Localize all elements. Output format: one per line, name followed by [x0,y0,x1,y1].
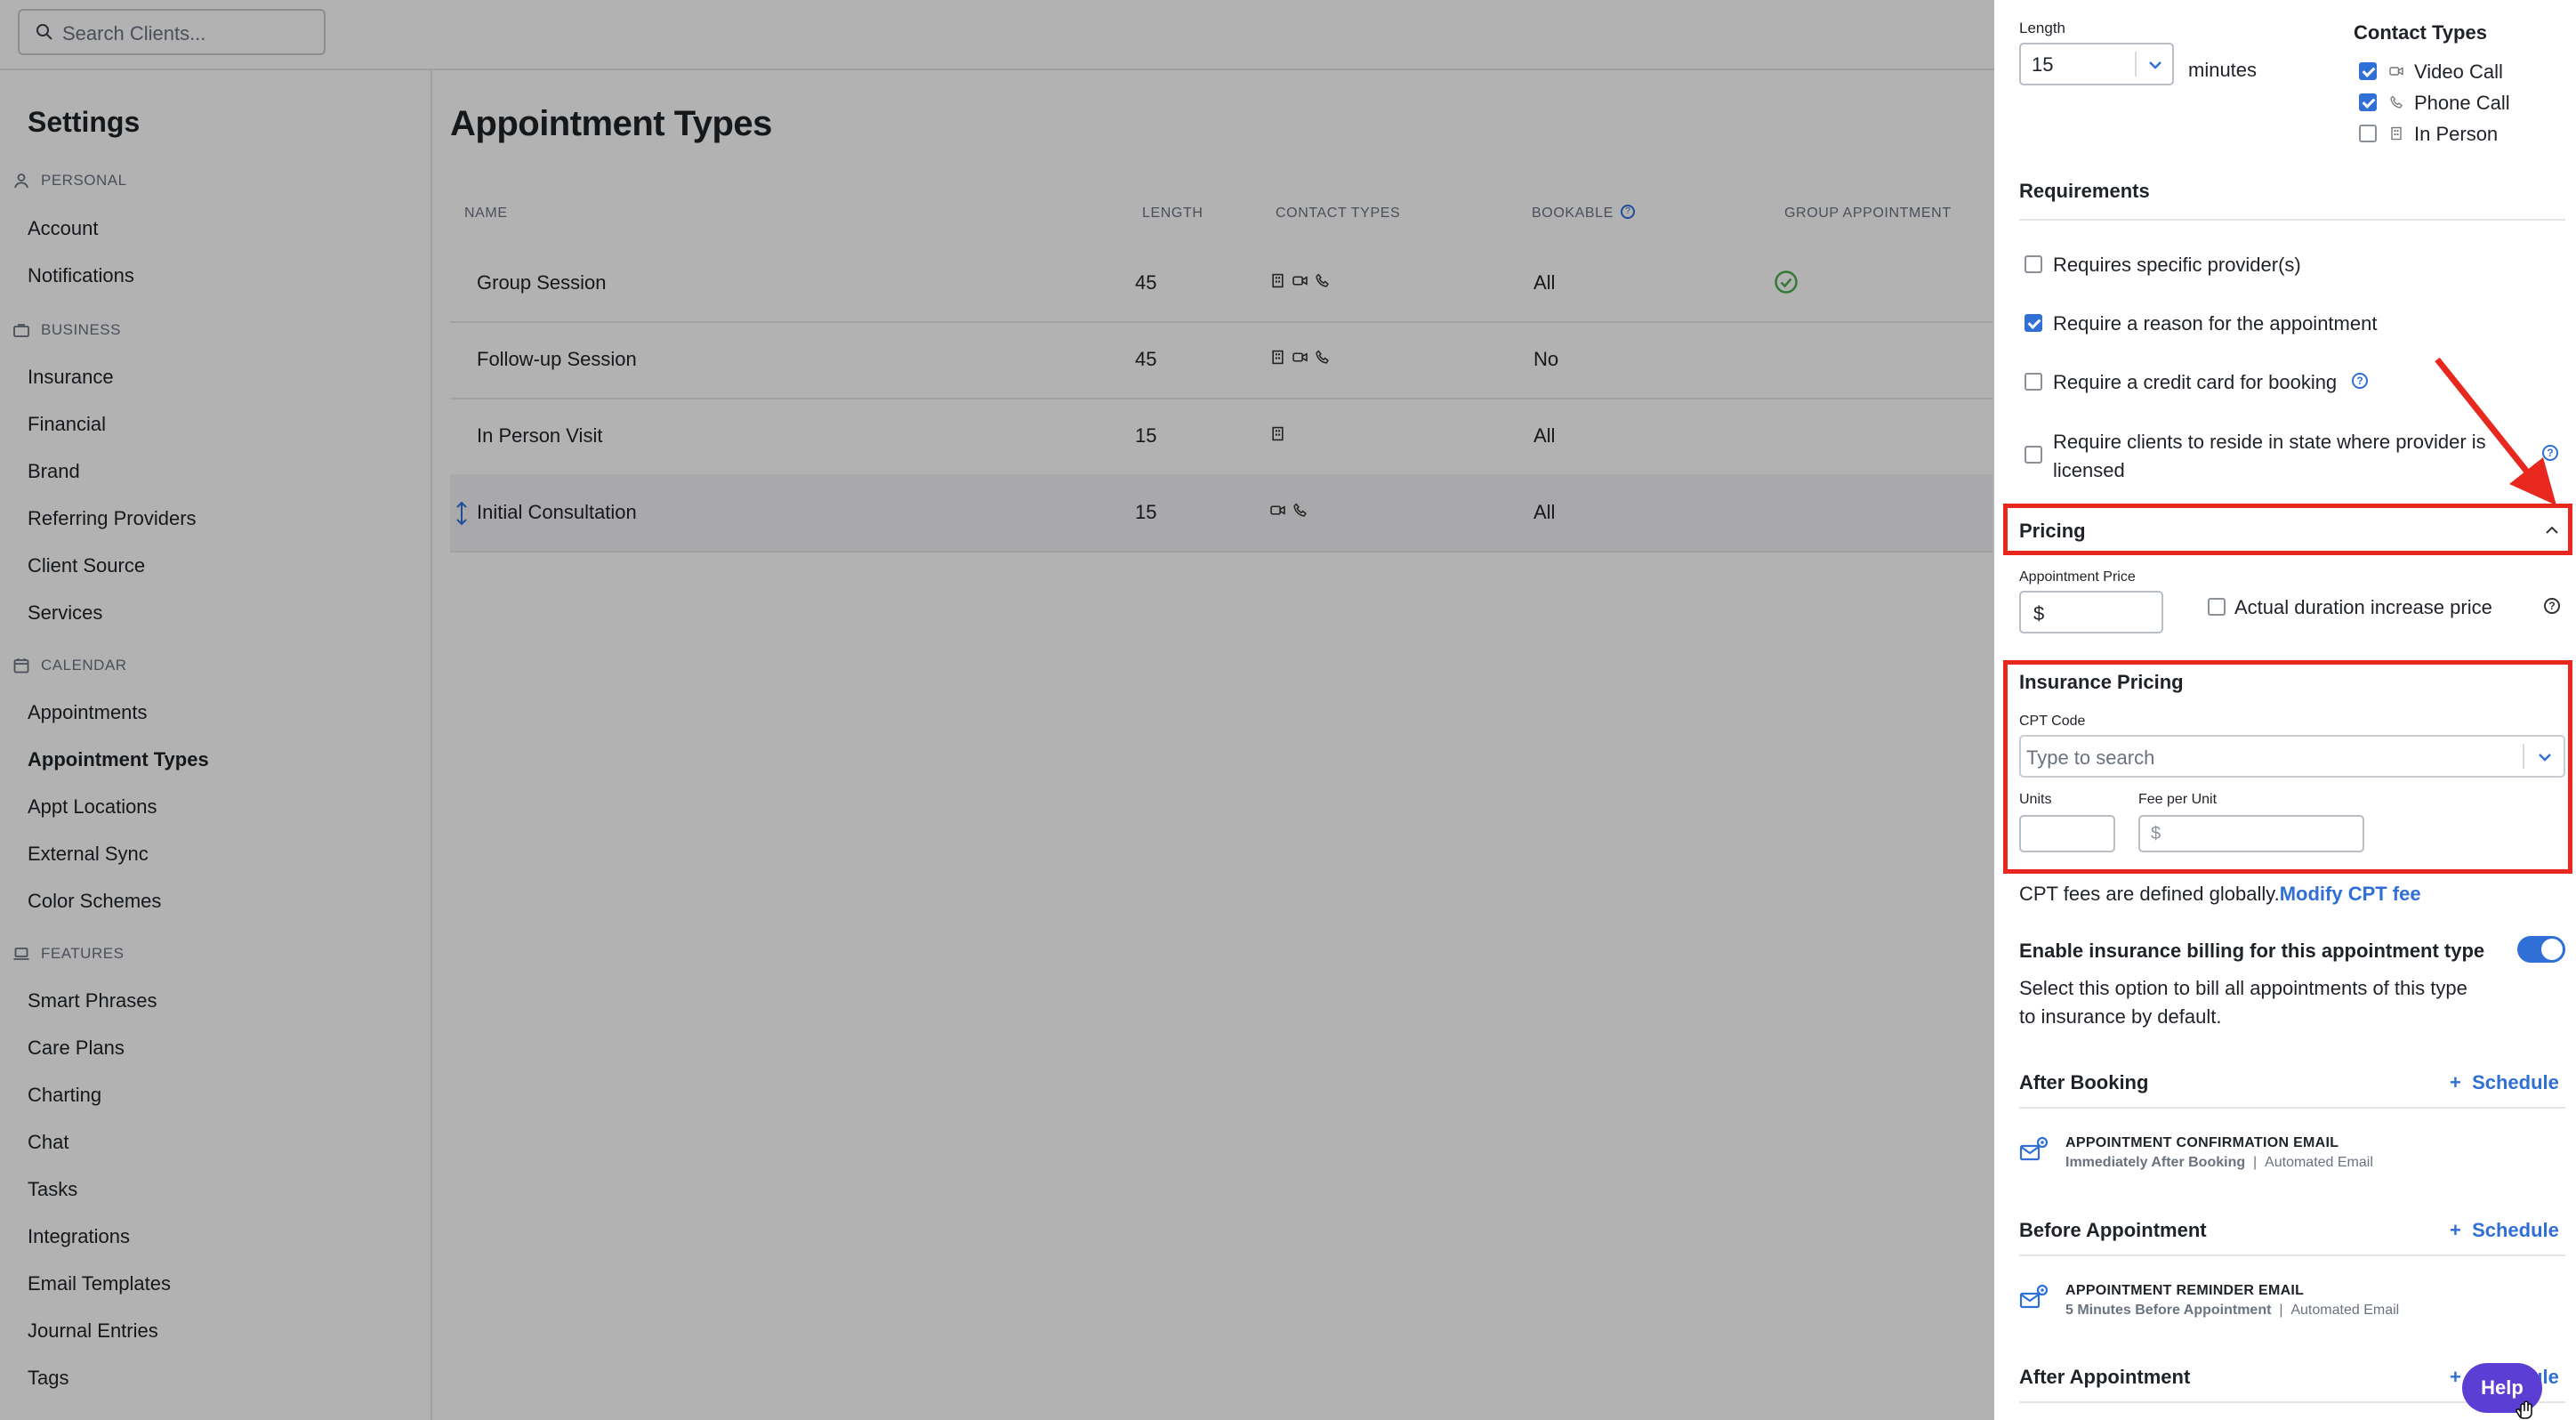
video-icon [2389,67,2403,76]
require-reside-label-cont: licensed [2053,459,2125,481]
after-booking-schedule-button[interactable]: + Schedule [2450,1071,2559,1094]
insurance-billing-title: Enable insurance billing for this appoin… [2019,940,2485,962]
divider [2019,1255,2565,1256]
cpt-code-placeholder: Type to search [2026,746,2155,769]
help-icon[interactable]: ? [2544,598,2560,614]
email-automation-icon [2019,1284,2049,1309]
divider [2019,1107,2565,1109]
after-booking-title: After Booking [2019,1071,2149,1093]
requires-provider-label: Requires specific provider(s) [2053,254,2301,276]
phone-call-label: Phone Call [2414,92,2510,114]
actual-duration-checkbox[interactable] [2208,598,2226,616]
fee-per-unit-label: Fee per Unit [2138,792,2218,807]
insurance-billing-desc-cont: to insurance by default. [2019,1005,2222,1028]
insurance-billing-toggle[interactable] [2517,936,2565,963]
pricing-title[interactable]: Pricing [2019,520,2086,543]
before-appointment-email-name[interactable]: APPOINTMENT REMINDER EMAIL [2065,1283,2304,1299]
fee-per-unit-input[interactable]: $ [2138,815,2364,852]
require-reason-label: Require a reason for the appointment [2053,312,2378,335]
schedule-label: Schedule [2472,1071,2559,1093]
cpt-note-text: CPT fees are defined globally. [2019,883,2280,905]
email-type: Automated Email [2265,1155,2373,1170]
appointment-type-drawer: Length 15 minutes Contact Types Video Ca… [1994,0,2576,1420]
after-appointment-title: After Appointment [2019,1366,2191,1388]
before-appointment-email-meta: 5 Minutes Before Appointment | Automated… [2065,1303,2400,1318]
require-reside-checkbox[interactable] [2025,446,2042,464]
require-credit-card-label: Require a credit card for booking [2053,371,2338,393]
email-timing: Immediately After Booking [2065,1155,2246,1170]
modal-backdrop[interactable] [0,0,1994,1420]
insurance-billing-desc: Select this option to bill all appointme… [2019,977,2467,999]
in-person-checkbox[interactable] [2359,125,2377,142]
phone-call-checkbox[interactable] [2359,93,2377,111]
email-timing: 5 Minutes Before Appointment [2065,1303,2272,1318]
currency-symbol: $ [2033,602,2045,625]
schedule-label: Schedule [2472,1219,2559,1241]
video-call-checkbox[interactable] [2359,62,2377,80]
video-call-label: Video Call [2414,61,2503,83]
modify-cpt-fee-link[interactable]: Modify CPT fee [2280,883,2421,905]
help-icon[interactable]: ? [2352,373,2368,389]
phone-icon [2390,95,2403,109]
toggle-knob [2541,939,2563,960]
requirements-title: Requirements [2019,180,2150,202]
length-select[interactable]: 15 [2019,43,2174,85]
chevron-down-icon [2149,61,2161,69]
before-appointment-title: Before Appointment [2019,1219,2207,1241]
appointment-price-input[interactable]: $ [2019,591,2163,633]
requires-provider-checkbox[interactable] [2025,255,2042,273]
select-divider [2523,744,2524,769]
require-reason-checkbox[interactable] [2025,314,2042,332]
after-booking-email-name[interactable]: APPOINTMENT CONFIRMATION EMAIL [2065,1135,2339,1151]
building-icon [2391,126,2402,141]
cpt-code-select[interactable]: Type to search [2019,735,2565,778]
hand-cursor-icon [2516,1400,2532,1419]
select-divider [2135,52,2137,77]
email-automation-icon [2019,1136,2049,1161]
units-label: Units [2019,792,2052,807]
cpt-note: CPT fees are defined globally.Modify CPT… [2019,883,2421,906]
before-appointment-schedule-button[interactable]: + Schedule [2450,1219,2559,1242]
divider [2019,219,2565,221]
contact-types-title: Contact Types [2354,21,2487,44]
annotation-box-pricing [2003,504,2572,555]
length-label: Length [2019,20,2065,36]
cpt-code-label: CPT Code [2019,714,2086,729]
fee-placeholder: $ [2151,824,2161,843]
in-person-label: In Person [2414,123,2499,145]
appointment-price-label: Appointment Price [2019,569,2136,585]
after-booking-email-meta: Immediately After Booking | Automated Em… [2065,1155,2373,1170]
length-value: 15 [2032,53,2054,76]
insurance-pricing-title: Insurance Pricing [2019,671,2184,693]
chevron-down-icon [2539,754,2551,762]
length-unit: minutes [2188,59,2258,81]
annotation-arrow-icon [2435,357,2556,505]
email-type: Automated Email [2290,1303,2400,1318]
actual-duration-label: Actual duration increase price [2234,596,2492,618]
require-credit-card-checkbox[interactable] [2025,373,2042,391]
units-input[interactable] [2019,815,2115,852]
chevron-up-icon[interactable] [2544,523,2560,536]
